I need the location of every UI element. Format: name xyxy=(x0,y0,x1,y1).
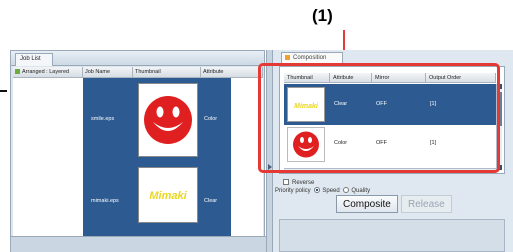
thumbnail-mimaki[interactable]: Mimaki xyxy=(138,167,198,223)
composite-button[interactable]: Composite xyxy=(336,195,398,213)
reverse-option[interactable]: Reverse xyxy=(283,179,314,186)
quality-radio[interactable] xyxy=(343,187,350,193)
col-header-arranged[interactable]: Arranged : Layered xyxy=(13,67,83,78)
reverse-checkbox[interactable] xyxy=(283,179,289,185)
job-list-tabbar: Job List xyxy=(11,51,264,66)
preview-panel xyxy=(279,219,505,252)
speed-radio[interactable] xyxy=(314,187,321,193)
composition-icon xyxy=(285,55,290,60)
thumbnail-smile[interactable] xyxy=(138,83,198,157)
priority-policy: Priority policy Speed Quality xyxy=(275,187,371,194)
col-header-thumbnail[interactable]: Thumbnail xyxy=(133,67,201,78)
col-header-attribute[interactable]: Attribute xyxy=(201,67,263,78)
smiley-face-icon xyxy=(144,96,192,144)
layer-icon xyxy=(15,69,20,74)
mimaki-logo-icon: Mimaki xyxy=(149,190,187,202)
job-list-footer xyxy=(11,236,267,252)
job-name-column[interactable]: smile.eps mimaki.eps xyxy=(83,78,133,236)
attribute-cell: Clear xyxy=(204,198,218,204)
callout-dash xyxy=(0,90,7,92)
job-list-window: Job List Arranged : Layered Job Name Thu… xyxy=(10,50,267,252)
job-list-table: Arranged : Layered Job Name Thumbnail At… xyxy=(13,67,263,251)
svg-text:Mimaki: Mimaki xyxy=(149,190,187,202)
callout-label: (1) xyxy=(312,6,333,25)
callout-highlight-box xyxy=(258,63,500,173)
tab-job-list[interactable]: Job List xyxy=(15,53,53,66)
col-header-job-name[interactable]: Job Name xyxy=(83,67,133,78)
attribute-cell: Color xyxy=(204,116,218,122)
job-name-cell: smile.eps xyxy=(91,116,115,122)
release-button[interactable]: Release xyxy=(401,195,452,213)
attribute-column[interactable]: Color Clear xyxy=(201,78,231,236)
job-name-cell: mimaki.eps xyxy=(91,198,119,204)
